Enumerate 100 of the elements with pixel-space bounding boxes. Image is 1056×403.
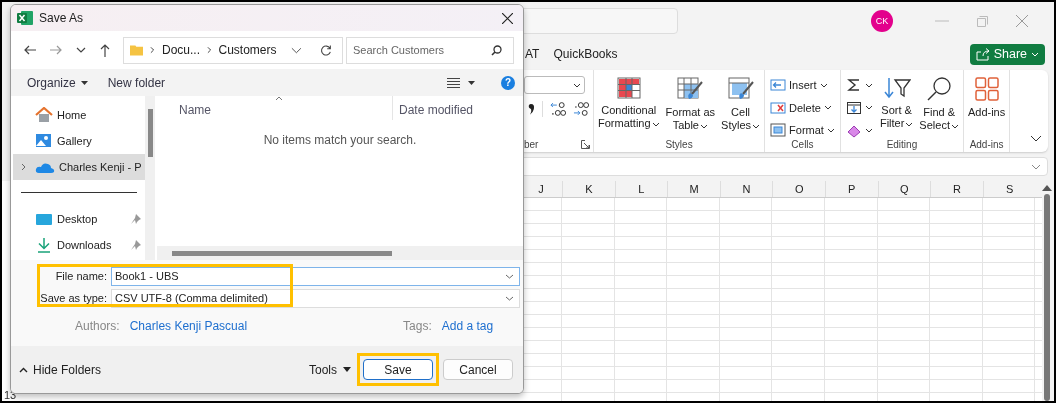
column-header[interactable]: J <box>520 181 562 197</box>
column-header[interactable]: K <box>562 181 615 197</box>
column-header[interactable]: Date modified <box>393 96 494 120</box>
caret-icon <box>700 123 708 129</box>
caret-icon <box>864 127 873 133</box>
forward-arrow-icon[interactable] <box>50 45 62 55</box>
toolbar-button[interactable]: Organize <box>27 75 88 90</box>
account-avatar[interactable]: CK <box>871 10 893 32</box>
chevron-down-icon <box>505 273 514 279</box>
chevron-down-icon[interactable] <box>1030 135 1042 142</box>
empty-message: No items match your search. <box>263 133 417 147</box>
toolbar-button[interactable]: New folder <box>107 75 166 90</box>
column-header[interactable]: P <box>824 181 878 197</box>
close-icon[interactable] <box>502 12 513 24</box>
meta-link[interactable]: Charles Kenji Pascual <box>129 319 248 333</box>
scrollbar-thumb[interactable] <box>147 109 153 157</box>
column-header[interactable]: O <box>772 181 825 197</box>
meta-link[interactable]: Add a tag <box>441 319 494 333</box>
scrollbar-thumb[interactable] <box>172 251 392 256</box>
ribbon-button[interactable]: Format <box>770 121 835 139</box>
download-icon <box>35 237 53 253</box>
file-name-field[interactable]: Book1 - UBS <box>111 266 520 286</box>
spreadsheet-app-icon <box>17 11 33 25</box>
table-brush-icon <box>676 76 705 102</box>
caret-icon <box>823 105 832 110</box>
pin-icon <box>131 214 141 224</box>
caret-icon <box>826 127 835 133</box>
desktop-icon <box>35 212 53 226</box>
sidebar-item[interactable]: Desktop <box>13 206 145 232</box>
ribbon-button[interactable]: Conditional Formatting <box>597 76 661 139</box>
house-icon <box>35 107 53 123</box>
sidebar-item[interactable]: Home <box>13 102 145 128</box>
group-label: Add-ins <box>969 139 1004 150</box>
ribbon-button[interactable]: Find & Select <box>918 76 960 139</box>
breadcrumb-item[interactable]: Docu... <box>162 43 200 57</box>
tools-menu-button[interactable]: Tools <box>309 362 351 377</box>
caret-icon[interactable] <box>468 80 475 85</box>
ribbon-button[interactable]: Cell Styles <box>720 76 762 139</box>
file-type-dropdown[interactable]: CSV UTF-8 (Comma delimited) <box>111 288 520 308</box>
up-arrow-icon[interactable] <box>100 43 110 57</box>
chevron-down-icon[interactable] <box>76 47 86 53</box>
column-header[interactable]: Name <box>157 96 393 120</box>
column-header[interactable]: Q <box>877 181 931 197</box>
sidebar-item[interactable]: Charles Kenji - P <box>13 154 145 180</box>
column-header[interactable]: R <box>930 181 983 197</box>
breadcrumb-separator-icon <box>150 46 155 54</box>
magnifier-icon <box>926 76 953 102</box>
ribbon-button[interactable]: Delete <box>770 98 835 117</box>
caret-icon <box>80 80 88 85</box>
sigma-icon <box>845 77 862 93</box>
search-field[interactable]: Search Customers <box>346 36 514 64</box>
sort-caret-icon <box>274 96 283 101</box>
meta-label: Authors: <box>75 319 120 333</box>
group-label: Editing <box>886 139 918 150</box>
fill-down-icon <box>845 99 862 116</box>
help-button[interactable]: ? <box>501 75 515 90</box>
breadcrumb-item[interactable]: Customers <box>218 43 277 57</box>
delete-cells-icon <box>770 100 787 115</box>
insert-cells-icon <box>770 78 787 92</box>
ribbon-button[interactable]: Insert <box>770 76 835 94</box>
ribbon-tab[interactable]: QuickBooks <box>553 44 618 64</box>
search-icon <box>491 44 502 56</box>
decrease-decimal-icon[interactable] <box>572 100 590 118</box>
address-bar[interactable]: Docu... Customers <box>123 36 343 64</box>
list-view-icon[interactable] <box>447 77 460 88</box>
scroll-up-icon <box>1042 185 1052 191</box>
column-header[interactable]: S <box>982 181 1036 197</box>
dialog-launcher-icon[interactable] <box>581 140 590 149</box>
comma-style-icon[interactable] <box>528 102 536 116</box>
ribbon-tab[interactable]: AT <box>525 44 540 64</box>
dialog-button[interactable]: Save <box>363 359 433 380</box>
sidebar-item[interactable]: Downloads <box>13 232 145 258</box>
increase-decimal-icon[interactable] <box>548 100 567 118</box>
refresh-icon[interactable] <box>320 43 332 57</box>
ribbon-button[interactable]: Add-ins <box>966 76 1007 139</box>
hide-folders-button[interactable]: Hide Folders <box>19 362 102 377</box>
dialog-button[interactable]: Cancel <box>443 359 513 380</box>
group-label: ber <box>524 139 539 150</box>
group-label: Styles <box>665 139 693 150</box>
caret-icon <box>905 121 914 127</box>
column-header[interactable]: M <box>667 181 720 197</box>
meta-label: Tags: <box>403 319 432 333</box>
group-label: Cells <box>791 139 814 150</box>
share-button[interactable]: Share <box>969 43 1045 65</box>
ribbon-icon-button[interactable] <box>845 76 873 94</box>
chevron-down-icon <box>505 295 514 301</box>
ribbon-button[interactable]: Format as Table <box>664 76 717 139</box>
gallery-icon <box>35 133 53 149</box>
sort-filter-icon <box>882 76 911 100</box>
ribbon-button[interactable]: Sort & Filter <box>878 76 915 139</box>
caret-icon <box>651 121 660 127</box>
sidebar-item[interactable]: Gallery <box>13 128 145 154</box>
caret-icon <box>819 82 828 88</box>
field-label: File name: <box>54 270 108 282</box>
back-arrow-icon[interactable] <box>24 45 36 55</box>
column-header[interactable]: L <box>614 181 668 197</box>
chevron-right-icon[interactable] <box>21 163 26 171</box>
add-ins-grid-icon <box>973 76 1000 102</box>
column-header[interactable]: N <box>719 181 773 197</box>
format-cells-icon <box>770 123 787 137</box>
